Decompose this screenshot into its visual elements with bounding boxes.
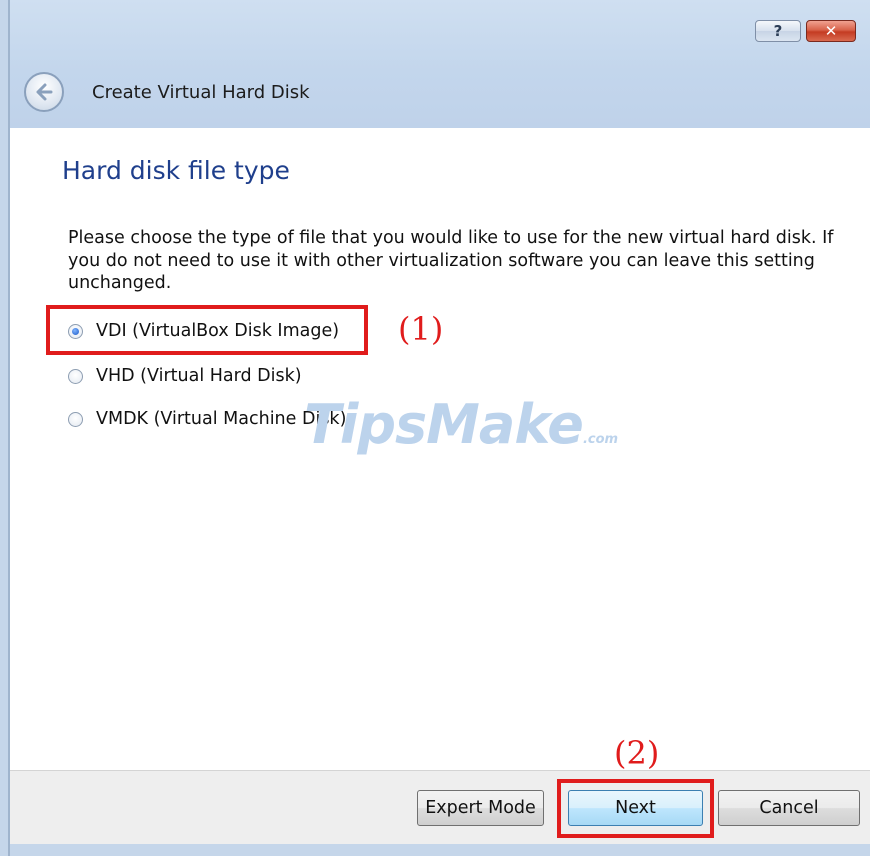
window-bottom-border [10, 844, 870, 856]
annotation-label-2: (2) [614, 734, 660, 772]
watermark-text: TipsMake [304, 393, 584, 456]
radio-vmdk[interactable] [68, 411, 83, 427]
radio-vhd[interactable] [68, 368, 83, 384]
watermark-suffix: .com [582, 432, 619, 447]
cancel-button[interactable]: Cancel [718, 790, 860, 826]
close-icon: ✕ [824, 22, 838, 40]
window-header: ? ✕ Create Virtual Hard Disk [10, 0, 870, 128]
window-title: Create Virtual Hard Disk [92, 82, 310, 103]
annotation-box-1 [46, 305, 368, 355]
option-vhd-label: VHD (Virtual Hard Disk) [96, 366, 302, 386]
annotation-box-2 [557, 779, 714, 838]
back-arrow-icon [36, 83, 53, 101]
page-description: Please choose the type of file that you … [68, 228, 834, 293]
wizard-page: Hard disk file type Please choose the ty… [10, 128, 870, 770]
back-button[interactable] [24, 72, 64, 112]
page-title: Hard disk file type [62, 156, 290, 185]
annotation-label-1: (1) [398, 310, 444, 348]
watermark: TipsMake.com [304, 393, 618, 456]
help-button[interactable]: ? [755, 20, 801, 42]
option-vhd[interactable]: VHD (Virtual Hard Disk) [68, 364, 302, 388]
close-button[interactable]: ✕ [806, 20, 856, 42]
expert-mode-button[interactable]: Expert Mode [417, 790, 544, 826]
